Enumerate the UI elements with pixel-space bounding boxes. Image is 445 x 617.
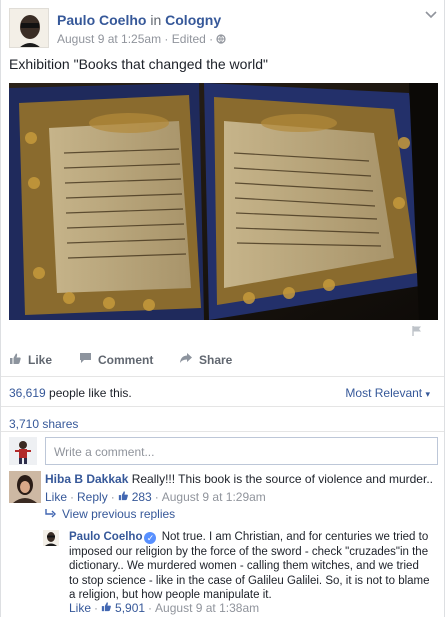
author-name[interactable]: Paulo Coelho (57, 12, 146, 28)
shares-count[interactable]: 3,710 shares (9, 417, 78, 431)
author-avatar[interactable] (9, 8, 49, 48)
post-card: Paulo Coelho in Cologny August 9 at 1:25… (0, 0, 445, 617)
globe-icon (216, 32, 227, 46)
post-date[interactable]: August 9 at 1:25am (57, 32, 161, 46)
sort-label: Most Relevant (345, 386, 423, 400)
likes-count[interactable]: 36,619 (9, 386, 46, 400)
location-prefix: in (150, 12, 162, 28)
like-button-label: Like (28, 353, 53, 367)
meta-separator: · (164, 32, 169, 46)
thumbs-up-icon (101, 601, 112, 615)
comment-input-placeholder: Write a comment... (54, 445, 155, 459)
comment-time[interactable]: August 9 at 1:29am (162, 490, 266, 504)
chevron-down-icon[interactable] (425, 8, 437, 22)
meta-separator: · (148, 601, 153, 615)
reply-arrow-icon (45, 507, 56, 521)
comment-text: Really!!! This book is the source of vio… (131, 472, 433, 486)
reply-author-name[interactable]: Paulo Coelho (69, 531, 142, 543)
share-arrow-icon (179, 352, 193, 367)
likes-suffix: people like this. (49, 386, 132, 400)
share-button[interactable]: Share (179, 352, 232, 367)
post-meta: August 9 at 1:25am · Edited · (57, 32, 227, 46)
verified-badge-icon: ✓ (144, 532, 157, 544)
divider (1, 431, 444, 432)
post-header-title: Paulo Coelho in Cologny (57, 12, 221, 28)
like-button[interactable]: Like (9, 352, 52, 368)
reply-author-avatar[interactable] (43, 530, 59, 546)
comment-reaction-count[interactable]: 283 (132, 490, 152, 504)
divider (1, 406, 444, 407)
divider (1, 376, 444, 377)
meta-separator: · (94, 601, 99, 615)
share-button-label: Share (199, 352, 233, 367)
thumbs-up-icon (9, 352, 22, 368)
comment-button-label: Comment (98, 352, 154, 367)
reply-item: Paulo Coelho ✓ Not true. I am Christian, … (37, 520, 438, 617)
comment-like-link[interactable]: Like (45, 490, 67, 504)
meta-separator: · (70, 490, 75, 504)
post-text: Exhibition "Books that changed the world… (9, 56, 268, 72)
view-previous-replies[interactable]: View previous replies (45, 507, 175, 521)
post-actions-bar: Like Comment Share (9, 352, 438, 374)
flag-icon[interactable] (411, 325, 423, 340)
likes-summary[interactable]: 36,619 people like this. (9, 386, 132, 400)
comment-input[interactable]: Write a comment... (45, 437, 438, 465)
comment-meta: Like · Reply · 283 · August 9 at 1:29am (45, 490, 266, 504)
reply-like-link[interactable]: Like (69, 601, 91, 615)
view-previous-label: View previous replies (62, 507, 176, 521)
commenter-avatar[interactable] (9, 471, 41, 503)
location-link[interactable]: Cologny (165, 12, 221, 28)
comment-button[interactable]: Comment (79, 352, 153, 367)
comment-body: Hiba B Dakkak Really!!! This book is the… (45, 472, 433, 486)
commenter-name[interactable]: Hiba B Dakkak (45, 472, 128, 486)
reply-body: Paulo Coelho ✓ Not true. I am Christian, … (69, 530, 431, 603)
current-user-avatar (9, 437, 37, 465)
reply-time[interactable]: August 9 at 1:38am (155, 601, 259, 615)
comment-reply-link[interactable]: Reply (77, 490, 108, 504)
chevron-down-icon: ▾ (425, 389, 430, 399)
edited-label[interactable]: Edited (172, 32, 206, 46)
post-photo[interactable] (9, 83, 438, 320)
comment-bubble-icon (79, 352, 92, 367)
reply-meta: Like · 5,901 · August 9 at 1:38am (69, 601, 259, 615)
meta-separator: · (110, 490, 115, 504)
thumbs-up-icon (118, 490, 129, 504)
sort-dropdown[interactable]: Most Relevant ▾ (345, 386, 430, 400)
meta-separator: · (209, 32, 214, 46)
meta-separator: · (154, 490, 159, 504)
reply-reaction-count[interactable]: 5,901 (115, 601, 145, 615)
